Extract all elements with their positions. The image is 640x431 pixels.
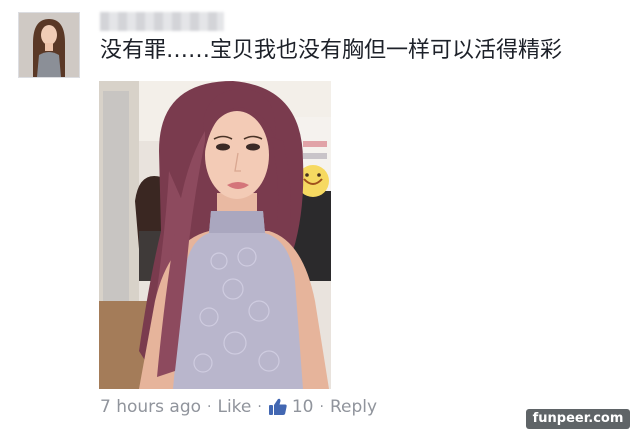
comment-text: 没有罪……宝贝我也没有胸但一样可以活得精彩 bbox=[100, 38, 563, 63]
comment-meta: 7 hours ago · Like · 10 · Reply bbox=[100, 394, 377, 420]
comment-photo[interactable] bbox=[99, 81, 331, 389]
separator-dot: · bbox=[319, 399, 324, 415]
separator-dot: · bbox=[257, 399, 262, 415]
avatar[interactable] bbox=[18, 12, 80, 78]
avatar-photo bbox=[19, 13, 79, 77]
author-name-blurred[interactable] bbox=[100, 12, 224, 31]
like-link[interactable]: Like bbox=[217, 397, 251, 417]
comment-container: 没有罪……宝贝我也没有胸但一样可以活得精彩 7 hours ago · Like… bbox=[0, 0, 640, 431]
timestamp-link[interactable]: 7 hours ago bbox=[100, 397, 201, 417]
watermark-badge: funpeer.com bbox=[526, 409, 630, 429]
like-count[interactable]: 10 bbox=[292, 397, 314, 417]
separator-dot: · bbox=[207, 399, 212, 415]
photo-image bbox=[99, 81, 331, 389]
reply-link[interactable]: Reply bbox=[330, 397, 377, 417]
thumbs-up-icon[interactable] bbox=[268, 397, 288, 417]
